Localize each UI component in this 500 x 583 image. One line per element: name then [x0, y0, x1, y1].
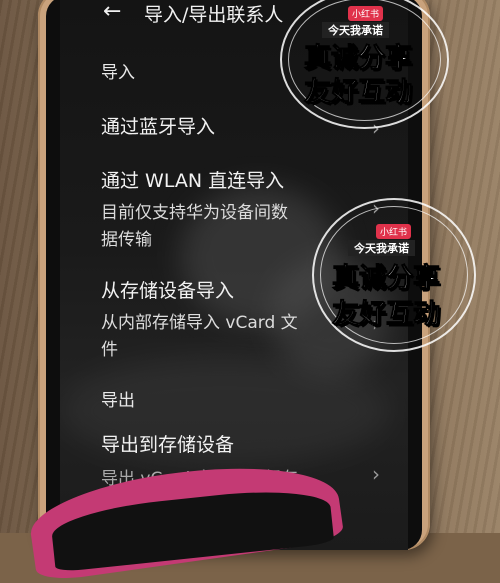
- watermark-line2: 友好互动: [332, 299, 441, 331]
- item-subtitle: 件: [101, 340, 118, 360]
- item-title: 导出到存储设备: [101, 434, 235, 456]
- item-subtitle: 从内部存储导入 vCard 文: [101, 313, 298, 333]
- watermark-stamp: 小红书 今天我承诺 真诚分享 友好互动: [312, 198, 476, 352]
- watermark-line2: 友好互动: [304, 77, 413, 109]
- watermark-badge: 小红书: [376, 224, 412, 239]
- arrow-left-icon[interactable]: ←: [103, 0, 121, 24]
- watermark-badge: 小红书: [348, 6, 384, 21]
- section-header-import: 导入: [101, 63, 135, 83]
- section-header-export: 导出: [101, 391, 135, 411]
- item-subtitle: 目前仅支持华为设备间数: [101, 203, 288, 223]
- page-title: 导入/导出联系人: [144, 4, 284, 26]
- item-title: 通过蓝牙导入: [101, 116, 216, 138]
- item-title: 通过 WLAN 直连导入: [101, 170, 285, 192]
- chevron-right-icon: ›: [372, 462, 380, 486]
- item-title: 从存储设备导入: [101, 280, 235, 302]
- item-subtitle: 据传输: [101, 230, 152, 250]
- watermark-tagline: 今天我承诺: [348, 240, 415, 256]
- watermark-line1: 真诚分享: [332, 263, 441, 295]
